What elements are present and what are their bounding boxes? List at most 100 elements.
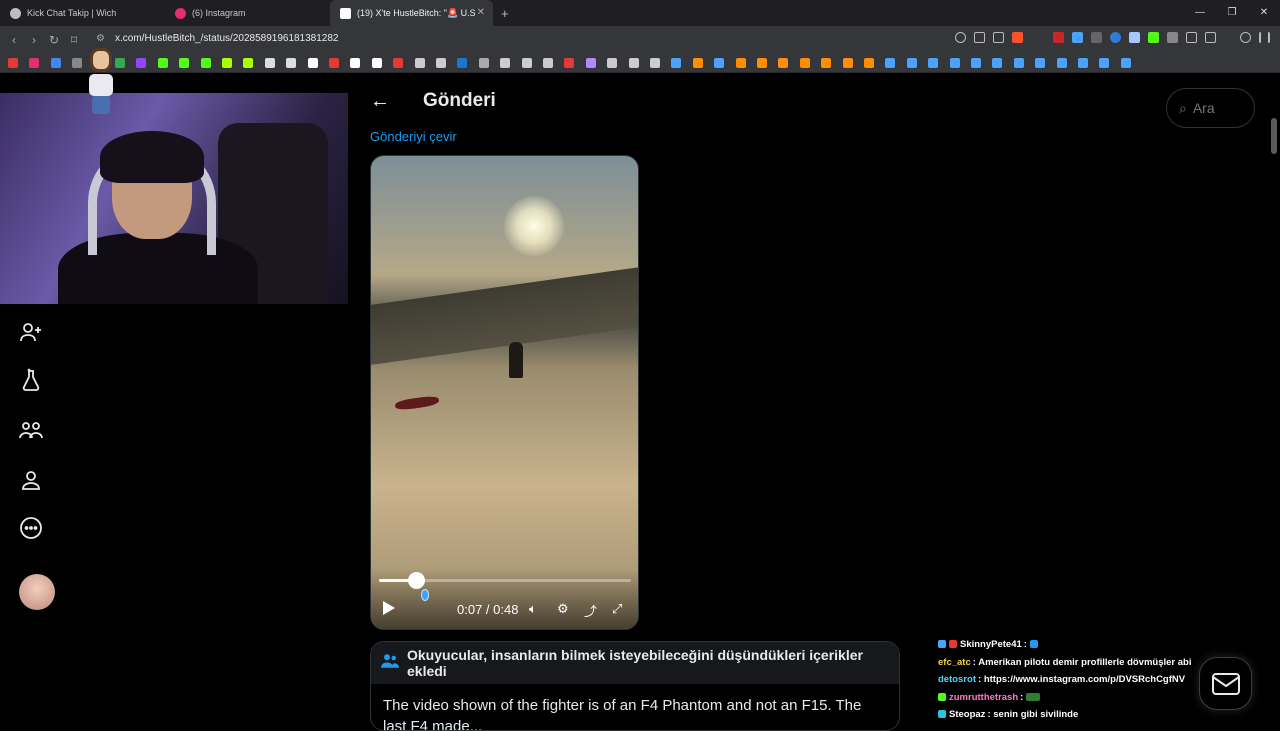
more-options-icon[interactable] [18, 515, 44, 541]
minimize-icon[interactable]: — [1184, 0, 1216, 26]
bookmark-favicon-icon[interactable] [329, 58, 339, 68]
video-scrubber-knob[interactable] [407, 572, 425, 589]
bookmark-favicon-icon[interactable] [478, 58, 489, 68]
bookmark-favicon-icon[interactable] [222, 58, 232, 68]
bookmark-favicon-icon[interactable] [500, 58, 511, 68]
bookmark-favicon-icon[interactable] [543, 58, 553, 68]
bookmark-favicon-icon[interactable] [243, 58, 254, 68]
bookmark-favicon-icon[interactable] [992, 58, 1003, 68]
share-icon[interactable] [993, 32, 1004, 43]
video-progress-bar[interactable] [379, 572, 631, 589]
tab-x-post[interactable]: (19) X'te HustleBitch: "🚨 U.S ✕ [330, 0, 493, 26]
back-arrow-icon[interactable]: ← [370, 90, 390, 113]
bookmark-favicon-icon[interactable] [1120, 58, 1131, 68]
messages-button[interactable] [1199, 657, 1252, 710]
bookmark-favicon-icon[interactable] [521, 58, 532, 68]
extension-icon[interactable] [1148, 32, 1159, 43]
bookmark-favicon-icon[interactable] [1099, 58, 1110, 68]
bookmark-favicon-icon[interactable] [136, 58, 147, 68]
bookmark-favicon-icon[interactable] [671, 58, 682, 68]
bookmark-favicon-icon[interactable] [393, 58, 404, 68]
bookmark-favicon-icon[interactable] [628, 58, 639, 68]
extension-icon[interactable] [1129, 32, 1140, 43]
translate-post-link[interactable]: Gönderiyi çevir [370, 129, 457, 144]
restore-icon[interactable]: ❐ [1216, 0, 1248, 26]
bookmark-favicon-icon[interactable] [264, 58, 275, 68]
bookmark-favicon-icon[interactable] [799, 58, 810, 68]
bookmark-favicon-icon[interactable] [1035, 58, 1046, 68]
bookmark-favicon-icon[interactable] [949, 58, 960, 68]
reload-icon[interactable]: ↻ [44, 33, 64, 47]
bookmark-favicon-icon[interactable] [72, 58, 83, 68]
brave-shield-icon[interactable] [1012, 32, 1023, 43]
bookmark-favicon-icon[interactable] [115, 58, 125, 68]
bookmark-favicon-icon[interactable] [157, 58, 168, 68]
bookmark-favicon-icon[interactable] [1078, 58, 1088, 68]
bookmark-favicon-icon[interactable] [906, 58, 917, 68]
bookmark-favicon-icon[interactable] [585, 58, 596, 68]
forward-icon[interactable]: › [24, 33, 44, 47]
follow-user-icon[interactable] [18, 319, 44, 345]
settings-icon[interactable]: ⚙ [557, 601, 569, 617]
extension-icon[interactable] [1091, 32, 1102, 43]
site-info-icon[interactable]: ⚙ [96, 33, 105, 44]
close-tab-icon[interactable]: ✕ [477, 7, 485, 18]
bookmark-favicon-icon[interactable] [778, 58, 789, 68]
volume-icon[interactable]: 🔈︎ [529, 601, 537, 617]
back-icon[interactable]: ‹ [4, 33, 24, 47]
bookmark-favicon-icon[interactable] [757, 58, 767, 68]
bookmark-favicon-icon[interactable] [414, 58, 425, 68]
music-icon[interactable] [1240, 32, 1251, 43]
bookmark-favicon-icon[interactable] [179, 58, 190, 68]
video-player[interactable]: 0:07 / 0:48 🔈︎ ⚙ ⤴ ⤢ [370, 155, 639, 630]
bookmark-favicon-icon[interactable] [50, 58, 61, 68]
grok-flask-icon[interactable] [18, 367, 44, 393]
pip-icon[interactable]: ⤴ [584, 601, 597, 620]
search-box[interactable]: ⌕ Ara [1166, 88, 1255, 128]
play-icon[interactable] [383, 601, 395, 615]
bookmark-favicon-icon[interactable] [371, 58, 382, 68]
tab-instagram[interactable]: (6) Instagram [165, 0, 330, 26]
tab-kick-chat[interactable]: Kick Chat Takip | Wich [0, 0, 165, 26]
extension-icon[interactable] [1053, 32, 1064, 43]
bookmark-favicon-icon[interactable] [735, 58, 746, 68]
bookmark-favicon-icon[interactable] [692, 58, 703, 68]
bookmark-favicon-icon[interactable] [29, 58, 40, 68]
bookmark-favicon-icon[interactable] [1056, 58, 1067, 68]
bookmark-favicon-icon[interactable] [564, 58, 575, 68]
puzzle-icon[interactable] [1186, 32, 1197, 43]
bookmark-favicon-icon[interactable] [821, 58, 832, 68]
bookmark-icon[interactable]: ⌑ [64, 33, 84, 47]
extension-icon[interactable] [1167, 32, 1178, 43]
bookmark-favicon-icon[interactable] [864, 58, 874, 68]
bookmark-favicon-icon[interactable] [607, 58, 618, 68]
extension-icon[interactable] [1072, 32, 1083, 43]
bookmark-favicon-icon[interactable] [200, 58, 211, 68]
bookmark-favicon-icon[interactable] [928, 58, 939, 68]
account-avatar[interactable] [19, 574, 55, 610]
bookmark-favicon-icon[interactable] [350, 58, 361, 68]
bookmark-favicon-icon[interactable] [971, 58, 981, 68]
close-window-icon[interactable]: ✕ [1248, 0, 1280, 26]
zoom-icon[interactable] [955, 32, 966, 43]
bookmark-favicon-icon[interactable] [436, 58, 446, 68]
bookmark-favicon-icon[interactable] [307, 58, 318, 68]
bookmark-favicon-icon[interactable] [286, 58, 297, 68]
scrollbar-thumb[interactable] [1271, 118, 1277, 154]
profile-icon[interactable] [18, 467, 44, 493]
communities-icon[interactable] [18, 417, 44, 443]
bookmark-favicon-icon[interactable] [8, 58, 18, 68]
bookmark-favicon-icon[interactable] [457, 58, 468, 68]
fullscreen-icon[interactable]: ⤢ [612, 601, 622, 617]
bookmark-favicon-icon[interactable] [714, 58, 725, 68]
bookmark-favicon-icon[interactable] [650, 58, 660, 68]
cast-icon[interactable] [974, 32, 985, 43]
bookmark-favicon-icon[interactable] [1013, 58, 1024, 68]
menu-icon[interactable] [1259, 32, 1270, 43]
bookmark-favicon-icon[interactable] [842, 58, 853, 68]
bookmark-favicon-icon[interactable] [885, 58, 896, 68]
extension-icon[interactable] [1110, 32, 1121, 43]
url-text[interactable]: x.com/HustleBitch_/status/20285891961813… [115, 33, 339, 44]
sidebar-icon[interactable] [1205, 32, 1216, 43]
new-tab-icon[interactable]: + [501, 6, 509, 21]
